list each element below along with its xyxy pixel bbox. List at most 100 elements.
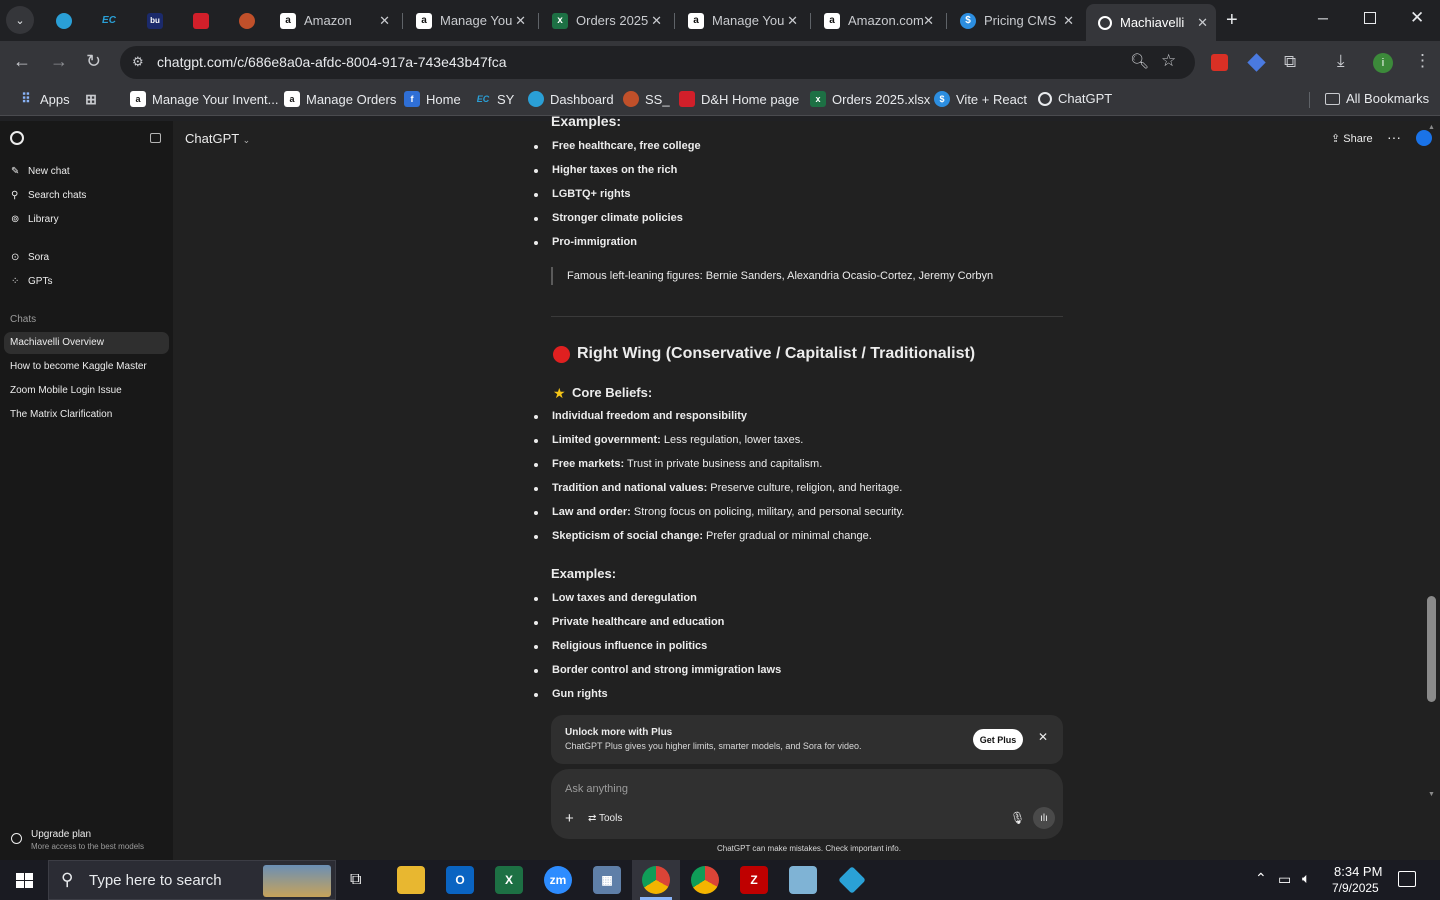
scroll-down-arrow[interactable]: ▼	[1428, 791, 1435, 798]
chat-item-matrix[interactable]: The Matrix Clarification	[10, 409, 112, 420]
chrome-icon[interactable]	[642, 866, 670, 894]
extension-icon-red[interactable]	[1211, 54, 1228, 71]
outlook-icon[interactable]: O	[446, 866, 474, 894]
notes-app-icon[interactable]	[789, 866, 817, 894]
tab-orders-2025[interactable]: x Orders 2025 ✕	[540, 6, 670, 35]
calculator-icon[interactable]: ▦	[593, 866, 621, 894]
network-icon[interactable]: ▭	[1278, 871, 1291, 888]
notifications-icon[interactable]	[1398, 871, 1416, 887]
forward-icon[interactable]: →	[50, 51, 68, 72]
chrome-profile-icon[interactable]	[691, 866, 719, 894]
zoom-icon[interactable]: zm	[544, 866, 572, 894]
bookmark-manage-inventory[interactable]: a Manage Your Invent...	[130, 91, 278, 107]
model-selector[interactable]: ChatGPT ⌄	[185, 131, 250, 146]
tab-1[interactable]	[44, 6, 80, 35]
windows-start-icon[interactable]	[16, 873, 33, 889]
extension-icon-blue[interactable]	[1247, 53, 1266, 72]
list-item: Border control and strong immigration la…	[533, 664, 782, 676]
bookmark-orders-xlsx[interactable]: x Orders 2025.xlsx	[810, 91, 930, 107]
add-attachment-icon[interactable]: +	[565, 810, 574, 827]
tab-2[interactable]: EC	[89, 6, 125, 35]
tab-amazon-com[interactable]: a Amazon.com ✕	[812, 6, 942, 35]
sidebar-item-gpts[interactable]: ⁘ GPTs	[11, 276, 52, 287]
file-explorer-icon[interactable]	[397, 866, 425, 894]
bookmark-sy[interactable]: EC SY	[475, 91, 515, 107]
task-view-icon[interactable]: ⧉	[350, 871, 361, 889]
bookmark-chatgpt[interactable]: ChatGPT	[1038, 91, 1112, 106]
get-plus-button[interactable]: Get Plus	[973, 729, 1023, 750]
close-icon[interactable]: ✕	[515, 13, 526, 29]
chrome-menu-icon[interactable]: ⋮	[1414, 51, 1431, 71]
sidebar-toggle-icon[interactable]	[150, 133, 161, 143]
chats-section-header: Chats	[10, 314, 37, 325]
profile-avatar[interactable]	[1416, 130, 1432, 146]
list-item: Limited government: Less regulation, low…	[533, 434, 803, 446]
close-icon[interactable]: ✕	[1197, 15, 1208, 31]
close-icon[interactable]: ✕	[379, 13, 390, 29]
upgrade-plan-button[interactable]: Upgrade plan More access to the best mod…	[8, 827, 168, 855]
tab-title: Amazon.com	[848, 13, 924, 28]
bookmark-home[interactable]: f Home	[404, 91, 461, 107]
bookmark-dashboard[interactable]: Dashboard	[528, 91, 614, 107]
chat-item-kaggle[interactable]: How to become Kaggle Master	[10, 361, 147, 372]
close-icon[interactable]: ✕	[1063, 13, 1074, 29]
sidebar-item-search-chats[interactable]: ⚲ Search chats	[11, 190, 86, 201]
bookmark-apps[interactable]: ⠿ Apps	[18, 91, 69, 107]
extensions-puzzle-icon[interactable]: ⧉	[1284, 52, 1296, 72]
taskbar-search[interactable]: ⚲ Type here to search	[48, 860, 336, 900]
voice-mode-button[interactable]: ılı	[1033, 807, 1055, 829]
tab-machiavelli[interactable]: Machiavelli ✕	[1086, 4, 1216, 41]
all-bookmarks[interactable]: All Bookmarks	[1325, 91, 1429, 106]
profile-avatar[interactable]: i	[1373, 53, 1393, 73]
volume-icon[interactable]: 🔈︎	[1302, 870, 1310, 887]
close-icon[interactable]: ✕	[787, 13, 798, 29]
bookmark-star-icon[interactable]: ☆	[1161, 51, 1176, 71]
address-bar[interactable]: ⚙ chatgpt.com/c/686e8a0a-afdc-8004-917a-…	[120, 46, 1195, 79]
app-diamond-icon[interactable]	[838, 866, 866, 894]
message-input[interactable]: Ask anything	[565, 783, 628, 795]
reload-icon[interactable]: ↻	[86, 51, 101, 72]
more-options-icon[interactable]: ···	[1387, 129, 1401, 145]
chat-item-machiavelli[interactable]: Machiavelli Overview	[10, 337, 104, 348]
filezilla-icon[interactable]: Z	[740, 866, 768, 894]
openai-logo-icon[interactable]	[10, 131, 24, 145]
clock-date[interactable]: 7/9/2025	[1332, 881, 1379, 895]
close-icon[interactable]: ✕	[1038, 730, 1048, 744]
back-icon[interactable]: ←	[13, 51, 31, 72]
bookmark-ss[interactable]: SS_	[623, 91, 670, 107]
excel-icon[interactable]: X	[495, 866, 523, 894]
close-icon[interactable]: ✕	[923, 13, 934, 29]
close-icon[interactable]: ✕	[651, 13, 662, 29]
bookmark-dh-home[interactable]: D&H Home page	[679, 91, 799, 107]
scroll-up-arrow[interactable]: ▲	[1428, 124, 1435, 131]
minimize-button[interactable]: ─	[1318, 10, 1328, 26]
tab-manage-orders[interactable]: a Manage You ✕	[676, 6, 806, 35]
close-window-button[interactable]: ✕	[1410, 8, 1424, 28]
url-text[interactable]: chatgpt.com/c/686e8a0a-afdc-8004-917a-74…	[157, 54, 506, 70]
clock-time[interactable]: 8:34 PM	[1334, 864, 1382, 879]
tab-pricing-cms[interactable]: $ Pricing CMS ✕	[948, 6, 1082, 35]
bookmark-manage-orders[interactable]: a Manage Orders	[284, 91, 396, 107]
tab-manage-inventory[interactable]: a Manage You ✕	[404, 6, 534, 35]
tab-search-button[interactable]: ⌄	[6, 6, 34, 34]
sidebar-item-new-chat[interactable]: ✎ New chat	[11, 166, 70, 177]
tab-groups-icon[interactable]: ⊞	[83, 91, 105, 107]
microphone-icon[interactable]: 🎙︎	[1010, 811, 1025, 825]
tab-3[interactable]: bu	[135, 6, 171, 35]
restore-button[interactable]	[1364, 12, 1376, 24]
scrollbar[interactable]	[1427, 596, 1436, 702]
download-icon[interactable]: ⤓	[1337, 51, 1345, 71]
tray-chevron-icon[interactable]: ⌃	[1255, 870, 1267, 887]
sidebar-item-library[interactable]: ⊚ Library	[11, 214, 59, 225]
new-tab-button[interactable]: +	[1226, 9, 1238, 32]
share-button[interactable]: ⇪ Share	[1331, 132, 1373, 145]
tab-5[interactable]	[227, 6, 263, 35]
tab-4[interactable]	[181, 6, 217, 35]
sidebar-item-sora[interactable]: ⊙ Sora	[11, 252, 49, 263]
site-settings-icon[interactable]: ⚙	[132, 54, 144, 70]
chat-item-zoom[interactable]: Zoom Mobile Login Issue	[10, 385, 122, 396]
zoom-icon[interactable]: 🔍︎	[1130, 52, 1149, 70]
tools-button[interactable]: ⇄ Tools	[588, 813, 622, 824]
bookmark-vite-react[interactable]: $ Vite + React	[934, 91, 1027, 107]
tab-amazon[interactable]: a Amazon ✕	[268, 6, 398, 35]
